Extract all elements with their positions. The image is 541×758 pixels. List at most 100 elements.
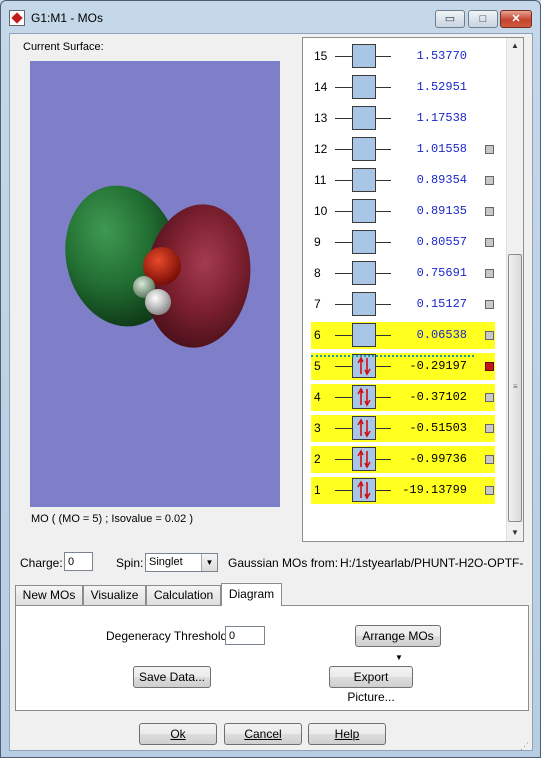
mo-caption: MO ( (MO = 5) ; Isovalue = 0.02 ) bbox=[31, 513, 193, 525]
mo-select-checkbox[interactable] bbox=[485, 269, 494, 278]
minimize-button[interactable]: ▭ bbox=[435, 10, 465, 28]
mo-energy: 0.75691 bbox=[416, 266, 467, 280]
mo-row[interactable]: 7 0.15127 bbox=[311, 291, 495, 318]
mo-row[interactable]: 6 0.06538 bbox=[311, 322, 495, 349]
tab-calculation[interactable]: Calculation bbox=[146, 585, 221, 605]
mo-row[interactable]: 15 1.53770 bbox=[311, 43, 495, 70]
help-button[interactable]: Help bbox=[308, 723, 386, 745]
mo-orbital-box[interactable] bbox=[352, 385, 376, 409]
mo-select-checkbox[interactable] bbox=[485, 331, 494, 340]
mo-row[interactable]: 12 1.01558 bbox=[311, 136, 495, 163]
mo-row[interactable]: 14 1.52951 bbox=[311, 74, 495, 101]
mo-row[interactable]: 11 0.89354 bbox=[311, 167, 495, 194]
save-data-button[interactable]: Save Data... bbox=[133, 666, 211, 688]
maximize-button[interactable]: □ bbox=[468, 10, 498, 28]
electron-pair-icon bbox=[357, 387, 371, 407]
mo-select-checkbox[interactable] bbox=[485, 362, 494, 371]
mo-orbital-box[interactable] bbox=[352, 75, 376, 99]
mo-number: 8 bbox=[314, 266, 321, 280]
chevron-down-icon: ▼ bbox=[201, 554, 217, 571]
mo-energy: -0.51503 bbox=[409, 421, 467, 435]
electron-pair-icon bbox=[357, 418, 371, 438]
orbital-viewport[interactable] bbox=[30, 61, 280, 507]
mo-select-checkbox[interactable] bbox=[485, 455, 494, 464]
arrange-mos-button[interactable]: Arrange MOs ▼ bbox=[355, 625, 441, 662]
mo-select-checkbox[interactable] bbox=[485, 486, 494, 495]
mo-number: 15 bbox=[314, 49, 328, 63]
mo-orbital-box[interactable] bbox=[352, 199, 376, 223]
maximize-icon: □ bbox=[479, 13, 487, 25]
hydrogen-atom-2 bbox=[145, 289, 171, 315]
mo-select-checkbox[interactable] bbox=[485, 238, 494, 247]
mo-orbital-box[interactable] bbox=[352, 478, 376, 502]
mo-row[interactable]: 4 -0.37102 bbox=[311, 384, 495, 411]
mo-orbital-box[interactable] bbox=[352, 447, 376, 471]
mo-orbital-box[interactable] bbox=[352, 106, 376, 130]
mo-number: 13 bbox=[314, 111, 328, 125]
mo-select-checkbox[interactable] bbox=[485, 300, 494, 309]
degeneracy-field[interactable] bbox=[225, 626, 265, 645]
mo-orbital-box[interactable] bbox=[352, 292, 376, 316]
source-path: H:/1styearlab/PHUNT-H2O-OPTF- bbox=[340, 556, 524, 570]
vertical-scrollbar[interactable]: ▲ ≡ ▼ bbox=[506, 38, 523, 541]
resize-grip-icon[interactable]: ⋰ bbox=[520, 742, 529, 751]
mo-energy: 0.06538 bbox=[416, 328, 467, 342]
mo-select-checkbox[interactable] bbox=[485, 145, 494, 154]
mo-row[interactable]: 1 -19.13799 bbox=[311, 477, 495, 504]
electron-pair-icon bbox=[357, 356, 371, 376]
electron-pair-icon bbox=[357, 449, 371, 469]
mo-list-panel[interactable]: 15 1.53770 14 1.52951 13 1.17538 12 1.01558 11 0.… bbox=[302, 37, 524, 542]
grip-icon: ≡ bbox=[513, 382, 518, 391]
ok-button[interactable]: Ok bbox=[139, 723, 217, 745]
close-button[interactable]: ✕ bbox=[500, 10, 532, 28]
mo-orbital-box[interactable] bbox=[352, 44, 376, 68]
mo-number: 1 bbox=[314, 483, 321, 497]
mo-energy: 0.15127 bbox=[416, 297, 467, 311]
scroll-up-icon[interactable]: ▲ bbox=[507, 38, 523, 54]
title-bar[interactable]: G1:M1 - MOs ▭ □ ✕ bbox=[1, 1, 540, 33]
charge-field[interactable] bbox=[64, 552, 93, 571]
mo-orbital-box[interactable] bbox=[352, 354, 376, 378]
mo-row[interactable]: 8 0.75691 bbox=[311, 260, 495, 287]
mo-orbital-box[interactable] bbox=[352, 230, 376, 254]
client-area: Current Surface: MO ((MO = 5) ; Isovalu… bbox=[9, 33, 533, 751]
tab-diagram[interactable]: Diagram bbox=[221, 583, 282, 606]
mo-row[interactable]: 9 0.80557 bbox=[311, 229, 495, 256]
mo-number: 12 bbox=[314, 142, 328, 156]
mo-energy: -0.99736 bbox=[409, 452, 467, 466]
mo-row[interactable]: 5 -0.29197 bbox=[311, 353, 495, 380]
mo-number: 10 bbox=[314, 204, 328, 218]
tab-new-mos[interactable]: New MOs bbox=[15, 585, 83, 605]
charge-label: Charge: bbox=[20, 556, 63, 570]
mo-number: 9 bbox=[314, 235, 321, 249]
mo-number: 6 bbox=[314, 328, 321, 342]
mo-orbital-box[interactable] bbox=[352, 168, 376, 192]
mo-energy: -19.13799 bbox=[402, 483, 467, 497]
mo-orbital-box[interactable] bbox=[352, 261, 376, 285]
surface-label: Current Surface: bbox=[23, 41, 104, 53]
export-picture-button[interactable]: Export Picture... bbox=[329, 666, 413, 704]
tab-visualize[interactable]: Visualize bbox=[83, 585, 146, 605]
mo-select-checkbox[interactable] bbox=[485, 424, 494, 433]
scroll-thumb[interactable]: ≡ bbox=[508, 254, 522, 522]
mo-select-checkbox[interactable] bbox=[485, 176, 494, 185]
mo-select-checkbox[interactable] bbox=[485, 393, 494, 402]
mo-row[interactable]: 3 -0.51503 bbox=[311, 415, 495, 442]
mo-energy: 0.89354 bbox=[416, 173, 467, 187]
mo-number: 5 bbox=[314, 359, 321, 373]
mo-energy: 0.80557 bbox=[416, 235, 467, 249]
mo-energy: -0.37102 bbox=[409, 390, 467, 404]
mo-number: 4 bbox=[314, 390, 321, 404]
mo-orbital-box[interactable] bbox=[352, 137, 376, 161]
spin-select[interactable]: Singlet ▼ bbox=[145, 553, 218, 572]
mo-orbital-box[interactable] bbox=[352, 416, 376, 440]
electron-pair-icon bbox=[357, 480, 371, 500]
scroll-down-icon[interactable]: ▼ bbox=[507, 525, 523, 541]
mo-select-checkbox[interactable] bbox=[485, 207, 494, 216]
mo-orbital-box[interactable] bbox=[352, 323, 376, 347]
mo-row[interactable]: 2 -0.99736 bbox=[311, 446, 495, 473]
mo-number: 11 bbox=[314, 173, 327, 187]
mo-row[interactable]: 10 0.89135 bbox=[311, 198, 495, 225]
mo-row[interactable]: 13 1.17538 bbox=[311, 105, 495, 132]
cancel-button[interactable]: Cancel bbox=[224, 723, 302, 745]
